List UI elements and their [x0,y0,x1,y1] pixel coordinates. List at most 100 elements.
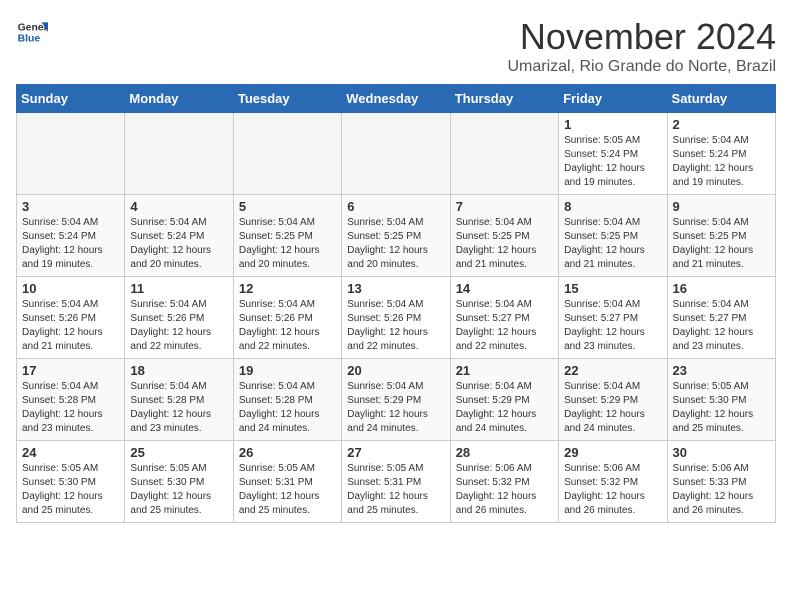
day-number: 1 [564,117,661,132]
calendar-table: SundayMondayTuesdayWednesdayThursdayFrid… [16,84,776,523]
day-info: Sunrise: 5:04 AM Sunset: 5:25 PM Dayligh… [673,216,770,272]
day-number: 24 [22,445,119,460]
calendar-cell: 27 Sunrise: 5:05 AM Sunset: 5:31 PM Dayli… [342,441,450,523]
day-info: Sunrise: 5:06 AM Sunset: 5:32 PM Dayligh… [456,462,553,518]
calendar-cell [450,113,558,195]
day-number: 21 [456,363,553,378]
calendar-cell: 12Sunrise: 5:04 AM Sunset: 5:26 PM Dayli… [233,277,341,359]
calendar-cell: 28 Sunrise: 5:06 AM Sunset: 5:32 PM Dayli… [450,441,558,523]
day-info: Sunrise: 5:04 AM Sunset: 5:28 PM Dayligh… [239,380,336,436]
day-info: Sunrise: 5:04 AM Sunset: 5:28 PM Dayligh… [130,380,227,436]
month-title: November 2024 [507,16,776,58]
day-info: Sunrise: 5:05 AM Sunset: 5:24 PM Dayligh… [564,134,661,190]
calendar-cell: 14 Sunrise: 5:04 AM Sunset: 5:27 PM Dayli… [450,277,558,359]
day-info: Sunrise: 5:04 AM Sunset: 5:27 PM Dayligh… [456,298,553,354]
location-title: Umarizal, Rio Grande do Norte, Brazil [507,58,776,76]
day-info: Sunrise: 5:04 AM Sunset: 5:28 PM Dayligh… [22,380,119,436]
day-number: 16 [673,281,770,296]
calendar-cell: 18 Sunrise: 5:04 AM Sunset: 5:28 PM Dayli… [125,359,233,441]
day-info: Sunrise: 5:04 AM Sunset: 5:29 PM Dayligh… [456,380,553,436]
day-info: Sunrise: 5:04 AM Sunset: 5:25 PM Dayligh… [456,216,553,272]
calendar-cell [125,113,233,195]
day-number: 3 [22,199,119,214]
svg-text:Blue: Blue [18,34,41,45]
calendar-cell: 21 Sunrise: 5:04 AM Sunset: 5:29 PM Dayli… [450,359,558,441]
calendar-cell: 10 Sunrise: 5:04 AM Sunset: 5:26 PM Dayli… [17,277,125,359]
day-info: Sunrise: 5:05 AM Sunset: 5:31 PM Dayligh… [239,462,336,518]
day-number: 10 [22,281,119,296]
calendar-cell: 9 Sunrise: 5:04 AM Sunset: 5:25 PM Daylig… [667,195,775,277]
day-number: 27 [347,445,444,460]
weekday-header-saturday: Saturday [667,85,775,113]
day-number: 9 [673,199,770,214]
day-number: 13 [347,281,444,296]
day-number: 23 [673,363,770,378]
calendar-cell: 26 Sunrise: 5:05 AM Sunset: 5:31 PM Dayli… [233,441,341,523]
day-info: Sunrise: 5:04 AM Sunset: 5:26 PM Dayligh… [239,298,336,354]
calendar-cell: 17 Sunrise: 5:04 AM Sunset: 5:28 PM Dayli… [17,359,125,441]
day-info: Sunrise: 5:06 AM Sunset: 5:32 PM Dayligh… [564,462,661,518]
day-number: 14 [456,281,553,296]
weekday-header-tuesday: Tuesday [233,85,341,113]
calendar-cell: 29 Sunrise: 5:06 AM Sunset: 5:32 PM Dayli… [559,441,667,523]
day-number: 26 [239,445,336,460]
calendar-cell: 16 Sunrise: 5:04 AM Sunset: 5:27 PM Dayli… [667,277,775,359]
calendar-cell: 4 Sunrise: 5:04 AM Sunset: 5:24 PM Daylig… [125,195,233,277]
day-number: 5 [239,199,336,214]
weekday-header-monday: Monday [125,85,233,113]
calendar-cell: 5Sunrise: 5:04 AM Sunset: 5:25 PM Daylig… [233,195,341,277]
calendar-cell: 23 Sunrise: 5:05 AM Sunset: 5:30 PM Dayli… [667,359,775,441]
day-info: Sunrise: 5:04 AM Sunset: 5:25 PM Dayligh… [564,216,661,272]
day-number: 7 [456,199,553,214]
day-info: Sunrise: 5:04 AM Sunset: 5:27 PM Dayligh… [564,298,661,354]
day-number: 25 [130,445,227,460]
day-info: Sunrise: 5:05 AM Sunset: 5:30 PM Dayligh… [22,462,119,518]
day-number: 18 [130,363,227,378]
calendar-cell: 7 Sunrise: 5:04 AM Sunset: 5:25 PM Daylig… [450,195,558,277]
week-row-1: 1 Sunrise: 5:05 AM Sunset: 5:24 PM Daylig… [17,113,776,195]
day-number: 29 [564,445,661,460]
week-row-3: 10 Sunrise: 5:04 AM Sunset: 5:26 PM Dayli… [17,277,776,359]
calendar-cell: 22 Sunrise: 5:04 AM Sunset: 5:29 PM Dayli… [559,359,667,441]
day-info: Sunrise: 5:04 AM Sunset: 5:26 PM Dayligh… [22,298,119,354]
logo: General Blue [16,16,48,48]
day-info: Sunrise: 5:04 AM Sunset: 5:29 PM Dayligh… [347,380,444,436]
calendar-cell: 19 Sunrise: 5:04 AM Sunset: 5:28 PM Dayli… [233,359,341,441]
calendar-cell: 20 Sunrise: 5:04 AM Sunset: 5:29 PM Dayli… [342,359,450,441]
calendar-cell: 13 Sunrise: 5:04 AM Sunset: 5:26 PM Dayli… [342,277,450,359]
day-info: Sunrise: 5:04 AM Sunset: 5:24 PM Dayligh… [673,134,770,190]
calendar-cell: 15 Sunrise: 5:04 AM Sunset: 5:27 PM Dayli… [559,277,667,359]
day-number: 22 [564,363,661,378]
calendar-cell [233,113,341,195]
calendar-cell: 8Sunrise: 5:04 AM Sunset: 5:25 PM Daylig… [559,195,667,277]
day-info: Sunrise: 5:04 AM Sunset: 5:27 PM Dayligh… [673,298,770,354]
day-info: Sunrise: 5:05 AM Sunset: 5:30 PM Dayligh… [673,380,770,436]
day-number: 19 [239,363,336,378]
week-row-2: 3 Sunrise: 5:04 AM Sunset: 5:24 PM Daylig… [17,195,776,277]
calendar-cell [17,113,125,195]
weekday-header-thursday: Thursday [450,85,558,113]
day-info: Sunrise: 5:06 AM Sunset: 5:33 PM Dayligh… [673,462,770,518]
day-number: 11 [130,281,227,296]
day-number: 15 [564,281,661,296]
day-info: Sunrise: 5:04 AM Sunset: 5:25 PM Dayligh… [347,216,444,272]
weekday-header-row: SundayMondayTuesdayWednesdayThursdayFrid… [17,85,776,113]
day-info: Sunrise: 5:04 AM Sunset: 5:26 PM Dayligh… [347,298,444,354]
day-number: 20 [347,363,444,378]
day-info: Sunrise: 5:05 AM Sunset: 5:31 PM Dayligh… [347,462,444,518]
calendar-cell [342,113,450,195]
day-info: Sunrise: 5:04 AM Sunset: 5:24 PM Dayligh… [130,216,227,272]
day-number: 28 [456,445,553,460]
day-number: 30 [673,445,770,460]
day-info: Sunrise: 5:04 AM Sunset: 5:24 PM Dayligh… [22,216,119,272]
day-info: Sunrise: 5:04 AM Sunset: 5:29 PM Dayligh… [564,380,661,436]
weekday-header-friday: Friday [559,85,667,113]
day-number: 4 [130,199,227,214]
calendar-cell: 24 Sunrise: 5:05 AM Sunset: 5:30 PM Dayli… [17,441,125,523]
title-section: November 2024 Umarizal, Rio Grande do No… [507,16,776,76]
day-info: Sunrise: 5:05 AM Sunset: 5:30 PM Dayligh… [130,462,227,518]
logo-icon: General Blue [16,16,48,48]
week-row-4: 17 Sunrise: 5:04 AM Sunset: 5:28 PM Dayli… [17,359,776,441]
weekday-header-wednesday: Wednesday [342,85,450,113]
day-number: 17 [22,363,119,378]
